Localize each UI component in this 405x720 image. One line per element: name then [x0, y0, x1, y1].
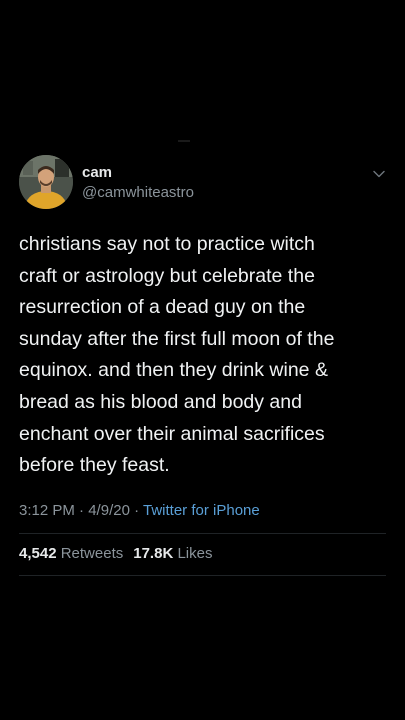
retweets-stat[interactable]: 4,542 Retweets [19, 545, 123, 562]
tweet-date[interactable]: 4/9/20 [88, 502, 130, 519]
tweet-text-line: sunday after the first full moon of the [19, 327, 335, 350]
display-name[interactable]: cam [82, 164, 112, 181]
tweet-stats: 4,542 Retweets 17.8K Likes [19, 545, 212, 562]
meta-separator: · [74, 502, 89, 519]
avatar-image [19, 155, 73, 209]
retweets-count: 4,542 [19, 545, 57, 562]
tweet-meta: 3:12 PM · 4/9/20 · Twitter for iPhone [19, 502, 260, 519]
tweet-text-line: resurrection of a dead guy on the [19, 296, 306, 319]
tweet-source-link[interactable]: Twitter for iPhone [143, 502, 260, 519]
likes-count: 17.8K [133, 545, 174, 562]
likes-label: Likes [177, 545, 213, 562]
tweet-text-line: bread as his blood and body and [19, 390, 302, 413]
tweet-time[interactable]: 3:12 PM [19, 502, 75, 519]
top-notch-mark [178, 140, 190, 142]
tweet-text-line: christians say not to practice witch [19, 233, 315, 255]
meta-separator: · [129, 502, 143, 519]
tweet-text-line: equinox. and then they drink wine & [19, 359, 328, 382]
avatar[interactable] [19, 155, 73, 209]
tweet-container: cam @camwhiteastro christians say not to… [0, 0, 405, 720]
tweet-text-line: craft or astrology but celebrate the [19, 264, 315, 287]
retweets-label: Retweets [60, 545, 124, 562]
chevron-down-icon[interactable] [371, 166, 387, 182]
tweet-text-line: before they feast. [19, 454, 170, 477]
tweet-text-line: enchant over their animal sacrifices [19, 422, 325, 445]
likes-stat[interactable]: 17.8K Likes [133, 545, 212, 562]
tweet-text: christians say not to practice witch cra… [19, 229, 389, 482]
divider [19, 533, 386, 534]
divider [19, 575, 386, 576]
user-handle[interactable]: @camwhiteastro [82, 184, 194, 201]
